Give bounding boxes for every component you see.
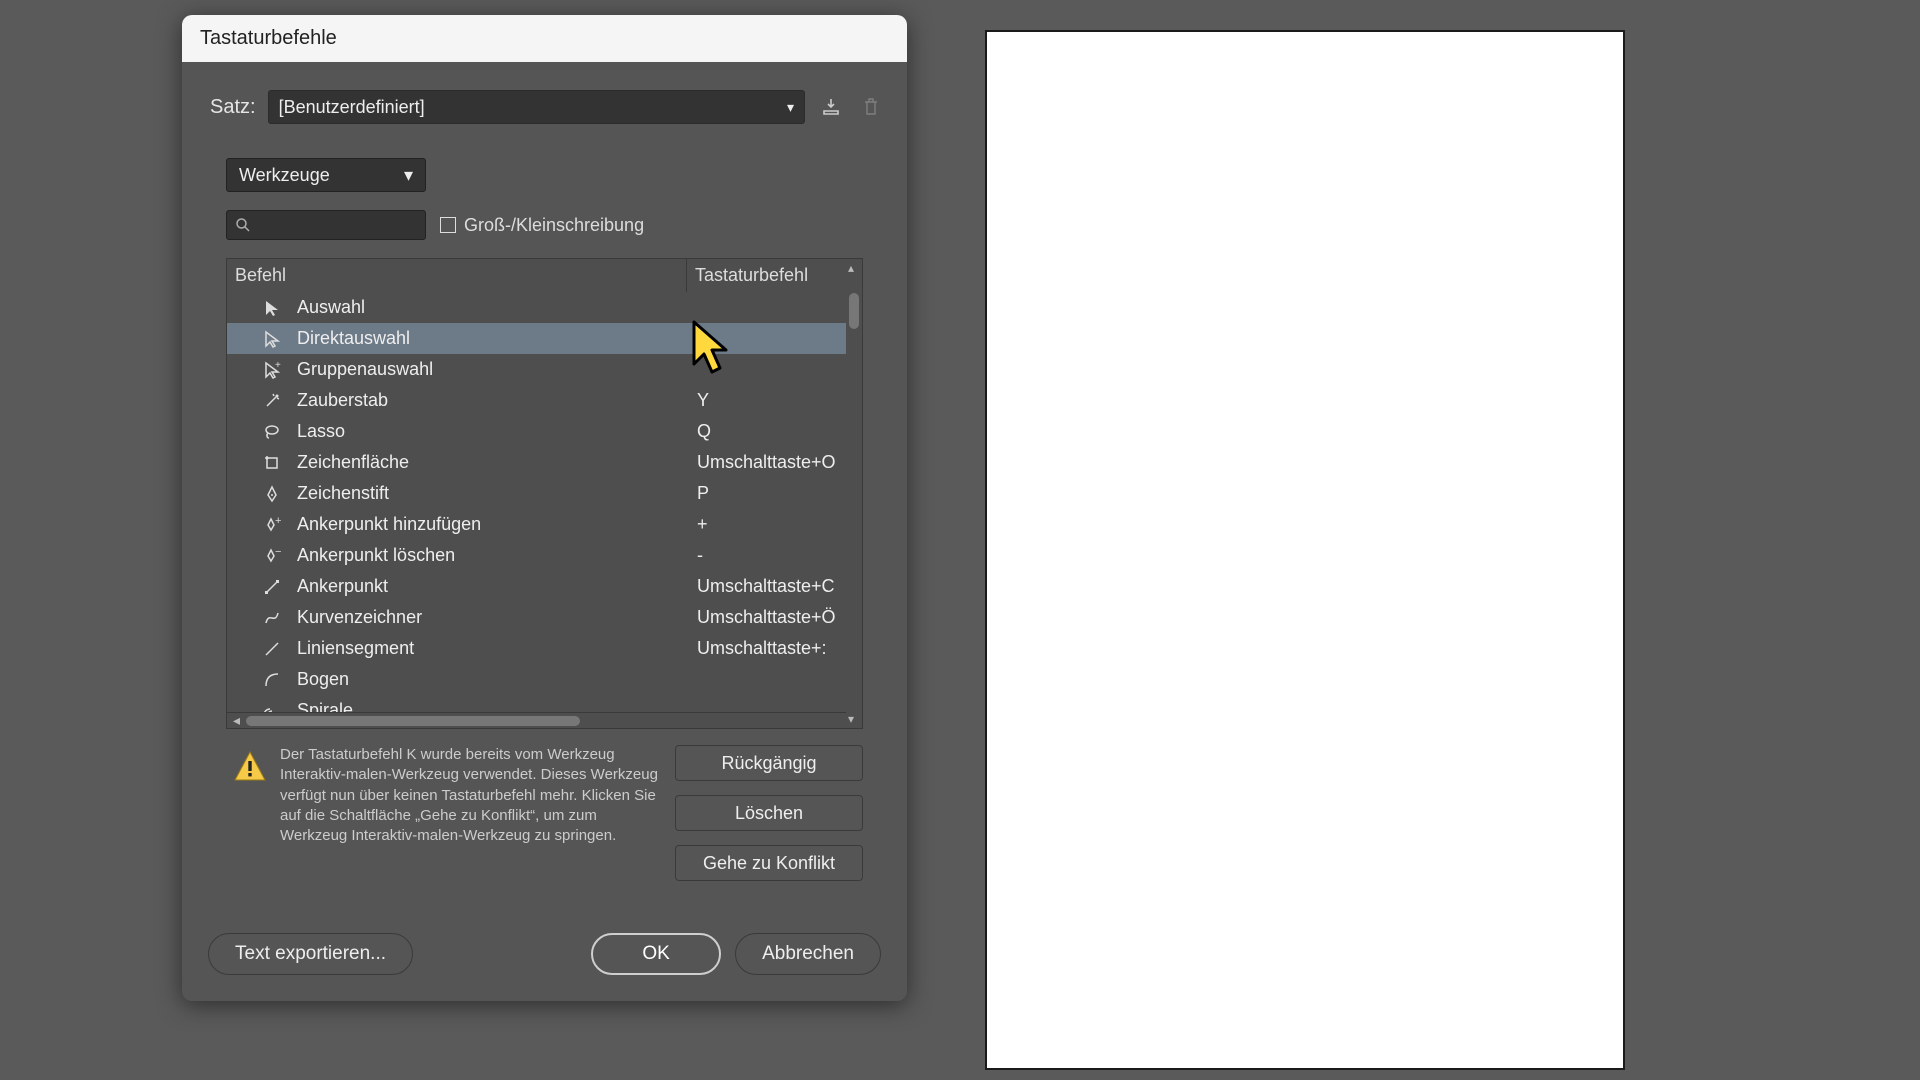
set-label: Satz: <box>210 96 256 119</box>
shortcut-value[interactable]: P <box>693 483 856 504</box>
shortcut-value[interactable]: Q <box>693 421 856 442</box>
scroll-up-icon: ▴ <box>848 261 854 275</box>
search-icon <box>235 217 251 233</box>
undo-button[interactable]: Rückgängig <box>675 745 863 781</box>
table-row[interactable]: Ankerpunkt Umschalttaste+C <box>227 571 862 602</box>
case-sensitive-label: Groß-/Kleinschreibung <box>464 215 644 236</box>
artboard-icon <box>261 452 283 474</box>
export-text-button[interactable]: Text exportieren... <box>208 933 413 975</box>
shortcut-value[interactable]: Umschalttaste+O <box>693 452 856 473</box>
command-name: Ankerpunkt <box>297 576 388 597</box>
case-sensitive-checkbox[interactable]: Groß-/Kleinschreibung <box>440 215 644 236</box>
line-icon <box>261 638 283 660</box>
table-row[interactable]: Liniensegment Umschalttaste+: <box>227 633 862 664</box>
wand-icon <box>261 390 283 412</box>
checkbox-box <box>440 217 456 233</box>
pen-minus-icon: − <box>261 545 283 567</box>
svg-text:+: + <box>275 361 281 371</box>
shortcuts-grid: Befehl Tastaturbefehl Auswahl Direktausw… <box>226 258 863 729</box>
command-name: Auswahl <box>297 297 365 318</box>
section-select-value: Werkzeuge <box>239 165 330 186</box>
scrollbar-thumb[interactable] <box>849 293 859 329</box>
command-name: Bogen <box>297 669 349 690</box>
table-row[interactable]: Auswahl <box>227 292 862 323</box>
command-name: Kurvenzeichner <box>297 607 422 628</box>
delete-set-icon <box>857 93 885 121</box>
anchor-icon <box>261 576 283 598</box>
svg-text:−: − <box>275 547 281 558</box>
search-input[interactable] <box>226 210 426 240</box>
pen-plus-icon: + <box>261 514 283 536</box>
table-row[interactable]: Direktauswahl <box>227 323 862 354</box>
lasso-icon <box>261 421 283 443</box>
scroll-down-icon: ▾ <box>848 712 854 726</box>
shortcut-value[interactable]: - <box>693 545 856 566</box>
section-select[interactable]: Werkzeuge ▾ <box>226 158 426 192</box>
command-name: Ankerpunkt hinzufügen <box>297 514 481 535</box>
cancel-button[interactable]: Abbrechen <box>735 933 881 975</box>
command-name: Spirale <box>297 700 353 712</box>
command-name: Liniensegment <box>297 638 414 659</box>
shortcut-value[interactable]: Umschalttaste+: <box>693 638 856 659</box>
warning-icon <box>232 749 268 785</box>
shortcut-value[interactable]: Y <box>693 390 856 411</box>
document-canvas[interactable] <box>985 30 1625 1070</box>
spiral-icon <box>261 700 283 713</box>
keyboard-shortcuts-dialog: Tastaturbefehle Satz: [Benutzerdefiniert… <box>182 15 907 1001</box>
group-arrow-icon: + <box>261 359 283 381</box>
vertical-scrollbar[interactable]: ▴ ▾ <box>846 259 862 728</box>
chevron-down-icon: ▾ <box>787 99 794 116</box>
scroll-left-icon: ◂ <box>233 712 240 729</box>
column-command[interactable]: Befehl <box>227 259 687 292</box>
command-name: Zauberstab <box>297 390 388 411</box>
table-row[interactable]: Zauberstab Y <box>227 385 862 416</box>
grid-header: Befehl Tastaturbefehl <box>227 259 862 292</box>
command-name: Direktauswahl <box>297 328 410 349</box>
h-scrollbar-thumb[interactable] <box>246 716 580 726</box>
pen-icon <box>261 483 283 505</box>
table-row[interactable]: Lasso Q <box>227 416 862 447</box>
set-select-value: [Benutzerdefiniert] <box>279 97 425 118</box>
command-name: Zeichenstift <box>297 483 389 504</box>
command-name: Zeichenfläche <box>297 452 409 473</box>
chevron-down-icon: ▾ <box>404 165 413 186</box>
table-row[interactable]: Kurvenzeichner Umschalttaste+Ö <box>227 602 862 633</box>
save-set-icon[interactable] <box>817 93 845 121</box>
ok-button[interactable]: OK <box>591 933 721 975</box>
shortcut-value[interactable]: Umschalttaste+C <box>693 576 856 597</box>
command-name: Lasso <box>297 421 345 442</box>
shortcut-value[interactable]: + <box>693 514 856 535</box>
arc-icon <box>261 669 283 691</box>
command-name: Gruppenauswahl <box>297 359 433 380</box>
table-row[interactable]: Bogen <box>227 664 862 695</box>
table-row[interactable]: Zeichenfläche Umschalttaste+O <box>227 447 862 478</box>
dialog-title: Tastaturbefehle <box>182 15 907 62</box>
table-row[interactable]: Zeichenstift P <box>227 478 862 509</box>
warning-text: Der Tastaturbefehl K wurde bereits vom W… <box>280 745 663 846</box>
table-row[interactable]: Spirale <box>227 695 862 712</box>
clear-button[interactable]: Löschen <box>675 795 863 831</box>
table-row[interactable]: + Gruppenauswahl <box>227 354 862 385</box>
shortcut-value[interactable]: Umschalttaste+Ö <box>693 607 856 628</box>
table-row[interactable]: − Ankerpunkt löschen - <box>227 540 862 571</box>
set-select[interactable]: [Benutzerdefiniert] ▾ <box>268 90 805 124</box>
horizontal-scrollbar[interactable]: ◂ ▸ <box>227 712 862 728</box>
svg-text:+: + <box>275 516 281 527</box>
goto-conflict-button[interactable]: Gehe zu Konflikt <box>675 845 863 881</box>
direct-arrow-icon <box>261 328 283 350</box>
selection-arrow-icon <box>261 297 283 319</box>
table-row[interactable]: + Ankerpunkt hinzufügen + <box>227 509 862 540</box>
column-shortcut[interactable]: Tastaturbefehl <box>687 259 862 292</box>
curve-icon <box>261 607 283 629</box>
command-name: Ankerpunkt löschen <box>297 545 455 566</box>
